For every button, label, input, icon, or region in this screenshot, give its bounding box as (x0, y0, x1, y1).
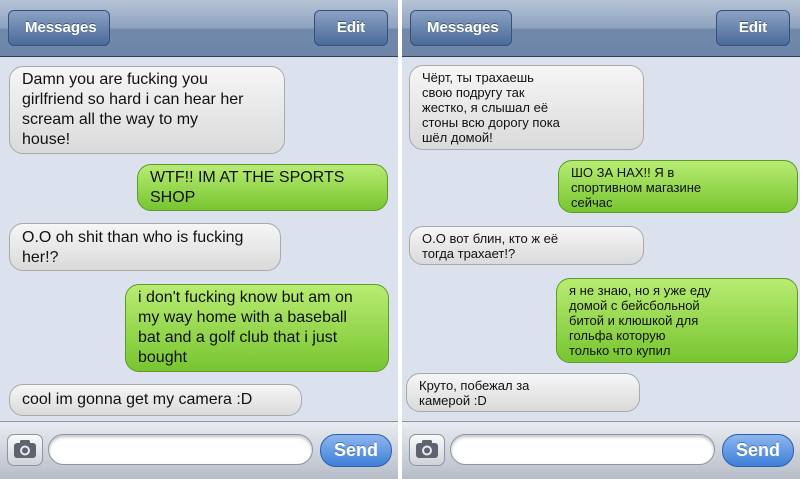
message-text: О.О вот блин, кто ж её тогда трахает!? (422, 231, 559, 261)
message-text: Чёрт, ты трахаешь свою подругу так жестк… (422, 70, 560, 145)
send-button[interactable]: Send (722, 434, 794, 467)
message-input[interactable] (48, 434, 313, 465)
camera-button[interactable] (409, 434, 445, 466)
received-message-bubble[interactable]: Круто, побежал за камерой :D (406, 373, 640, 412)
message-thread[interactable]: Чёрт, ты трахаешь свою подругу так жестк… (402, 57, 800, 422)
received-message-bubble[interactable]: cool im gonna get my camera :D (9, 384, 302, 416)
camera-icon (14, 440, 36, 458)
message-input[interactable] (450, 434, 715, 465)
messages-back-button[interactable]: Messages (410, 10, 512, 46)
sent-message-bubble[interactable]: i don't fucking know but am on my way ho… (125, 284, 389, 372)
navigation-bar: Messages Edit (402, 0, 800, 57)
edit-button[interactable]: Edit (314, 10, 388, 46)
message-text: Круто, побежал за камерой :D (419, 378, 530, 408)
message-text: cool im gonna get my camera :D (22, 391, 253, 408)
message-text: O.O oh shit than who is fucking her!? (22, 229, 244, 266)
received-message-bubble[interactable]: O.O oh shit than who is fucking her!? (9, 223, 281, 271)
received-message-bubble[interactable]: Чёрт, ты трахаешь свою подругу так жестк… (409, 65, 644, 150)
message-thread[interactable]: Damn you are fucking you girlfriend so h… (0, 57, 398, 422)
sent-message-bubble[interactable]: я не знаю, но я уже еду домой с бейсболь… (556, 278, 798, 363)
edit-button[interactable]: Edit (716, 10, 790, 46)
camera-button[interactable] (7, 434, 43, 466)
conversation-panel-russian: Messages Edit Чёрт, ты трахаешь свою под… (402, 0, 800, 479)
message-text: Damn you are fucking you girlfriend so h… (22, 71, 244, 148)
messages-back-button[interactable]: Messages (8, 10, 110, 46)
sent-message-bubble[interactable]: ШО ЗА НАХ!! Я в спортивном магазине сейч… (558, 160, 798, 213)
message-text: я не знаю, но я уже еду домой с бейсболь… (569, 283, 711, 358)
conversation-panel-english: Messages Edit Damn you are fucking you g… (0, 0, 398, 479)
received-message-bubble[interactable]: О.О вот блин, кто ж её тогда трахает!? (409, 226, 644, 265)
sent-message-bubble[interactable]: WTF!! IM AT THE SPORTS SHOP (137, 164, 388, 211)
back-button-label: Messages (25, 19, 97, 36)
navigation-bar: Messages Edit (0, 0, 398, 57)
message-text: WTF!! IM AT THE SPORTS SHOP (150, 169, 345, 206)
received-message-bubble[interactable]: Damn you are fucking you girlfriend so h… (9, 66, 285, 154)
back-button-label: Messages (427, 19, 499, 36)
message-input-toolbar: Send (402, 421, 800, 479)
message-text: i don't fucking know but am on my way ho… (138, 289, 353, 366)
message-input-toolbar: Send (0, 421, 398, 479)
message-text: ШО ЗА НАХ!! Я в спортивном магазине сейч… (571, 165, 702, 210)
send-button[interactable]: Send (320, 434, 392, 467)
camera-icon (416, 440, 438, 458)
